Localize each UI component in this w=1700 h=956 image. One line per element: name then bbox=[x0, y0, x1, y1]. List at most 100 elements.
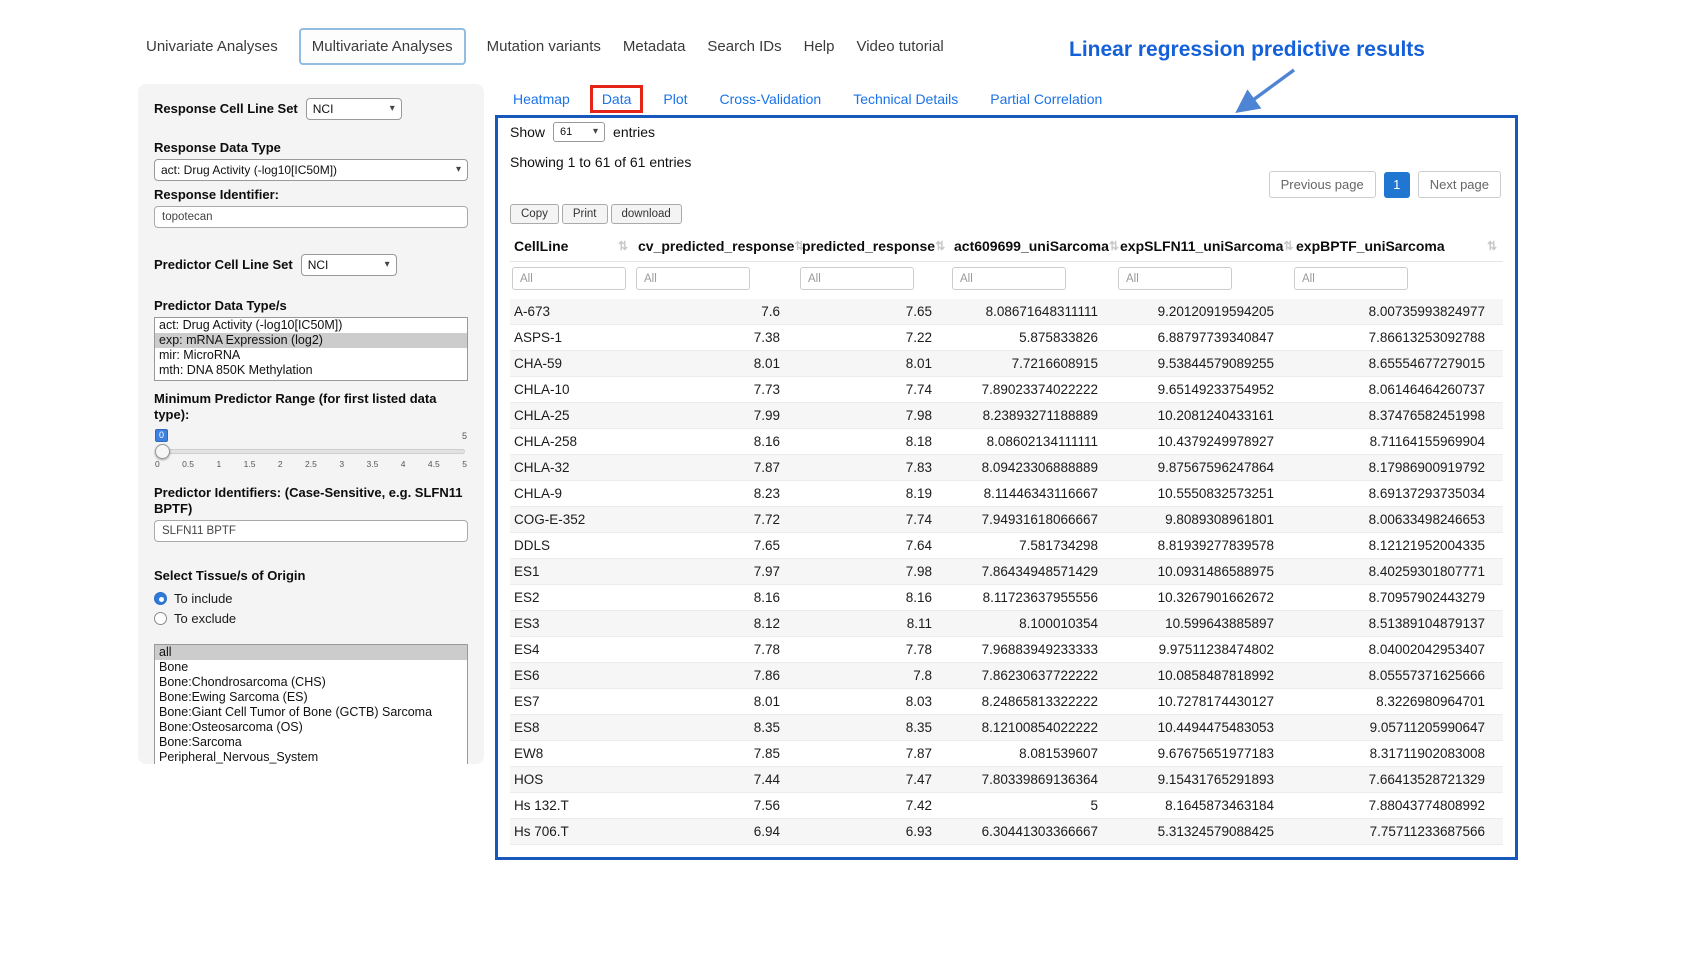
response-cell-line-set-value: NCI bbox=[313, 102, 334, 116]
column-header-inner: expSLFN11_uniSarcoma⇅ bbox=[1120, 238, 1288, 254]
sort-icon[interactable]: ⇅ bbox=[1487, 239, 1497, 253]
tab-partial-correlation[interactable]: Partial Correlation bbox=[990, 91, 1102, 107]
column-header-expslfn11-unisarcoma[interactable]: expSLFN11_uniSarcoma⇅ bbox=[1116, 232, 1292, 262]
list-option-bone-sarcoma[interactable]: Bone:Sarcoma bbox=[155, 735, 467, 750]
column-filter-input[interactable] bbox=[636, 267, 750, 290]
tab-technical-details[interactable]: Technical Details bbox=[853, 91, 958, 107]
column-header-act609699-unisarcoma[interactable]: act609699_uniSarcoma⇅ bbox=[950, 232, 1116, 262]
filter-cell-expbptf-unisarcoma bbox=[1292, 262, 1503, 300]
copy-button[interactable]: Copy bbox=[510, 204, 559, 224]
tab-heatmap[interactable]: Heatmap bbox=[513, 91, 570, 107]
cell-value: 7.96883949233333 bbox=[950, 637, 1116, 663]
slider-tick-label: 1 bbox=[216, 459, 221, 469]
response-identifier-label: Response Identifier: bbox=[154, 187, 468, 203]
slider-track[interactable] bbox=[157, 449, 465, 454]
cell-value: 7.86613253092788 bbox=[1292, 325, 1503, 351]
nav-item-video-tutorial[interactable]: Video tutorial bbox=[855, 29, 944, 64]
cell-value: 5.31324579088425 bbox=[1116, 819, 1292, 845]
current-page-button[interactable]: 1 bbox=[1384, 172, 1410, 198]
list-option-peripheral-nervous-system[interactable]: Peripheral_Nervous_System bbox=[155, 750, 467, 764]
cell-value: 8.11 bbox=[798, 611, 950, 637]
table-row: A-6737.67.658.086716483111119.2012091959… bbox=[510, 299, 1503, 325]
pagination: Previous page 1 Next page bbox=[1269, 171, 1501, 198]
tab-data[interactable]: Data bbox=[590, 85, 644, 113]
table-row: DDLS7.657.647.5817342988.819392778395788… bbox=[510, 533, 1503, 559]
cell-line-name: CHLA-32 bbox=[510, 455, 634, 481]
cell-value: 10.4379249978927 bbox=[1116, 429, 1292, 455]
sort-icon[interactable]: ⇅ bbox=[1109, 239, 1119, 253]
cell-value: 7.65 bbox=[798, 299, 950, 325]
nav-item-univariate-analyses[interactable]: Univariate Analyses bbox=[145, 29, 279, 64]
predictor-cell-line-set-select[interactable]: NCI ▾ bbox=[301, 254, 397, 276]
sort-icon[interactable]: ⇅ bbox=[618, 239, 628, 253]
previous-page-button[interactable]: Previous page bbox=[1269, 171, 1376, 198]
list-option-act-drug-activity-log10-ic50m[interactable]: act: Drug Activity (-log10[IC50M]) bbox=[155, 318, 467, 333]
slider-handle[interactable] bbox=[155, 444, 170, 459]
cell-line-name: CHLA-25 bbox=[510, 403, 634, 429]
column-filter-input[interactable] bbox=[1118, 267, 1232, 290]
column-header-expbptf-unisarcoma[interactable]: expBPTF_uniSarcoma⇅ bbox=[1292, 232, 1503, 262]
column-filter-input[interactable] bbox=[1294, 267, 1408, 290]
cell-value: 8.06146464260737 bbox=[1292, 377, 1503, 403]
cell-value: 9.8089308961801 bbox=[1116, 507, 1292, 533]
table-row: ES88.358.358.1210085402222210.4494475483… bbox=[510, 715, 1503, 741]
tab-cross-validation[interactable]: Cross-Validation bbox=[720, 91, 822, 107]
cell-value: 9.20120919594205 bbox=[1116, 299, 1292, 325]
column-filter-input[interactable] bbox=[952, 267, 1066, 290]
nav-item-metadata[interactable]: Metadata bbox=[622, 29, 687, 64]
tissue-list[interactable]: allBoneBone:Chondrosarcoma (CHS)Bone:Ewi… bbox=[154, 644, 468, 764]
page-length-select[interactable]: 61 ▾ bbox=[553, 122, 605, 142]
print-button[interactable]: Print bbox=[562, 204, 608, 224]
nav-item-search-ids[interactable]: Search IDs bbox=[706, 29, 782, 64]
list-option-bone-chondrosarcoma-chs[interactable]: Bone:Chondrosarcoma (CHS) bbox=[155, 675, 467, 690]
results-section: Heatmap Data Plot Cross-Validation Technical… bbox=[495, 84, 1518, 860]
cell-value: 7.78 bbox=[798, 637, 950, 663]
filter-cell-predicted-response bbox=[798, 262, 950, 300]
response-cell-line-set-select[interactable]: NCI ▾ bbox=[306, 98, 402, 120]
column-header-predicted-response[interactable]: predicted_response⇅ bbox=[798, 232, 950, 262]
slider-tick-label: 3 bbox=[339, 459, 344, 469]
table-row: COG-E-3527.727.747.949316180666679.80893… bbox=[510, 507, 1503, 533]
radio-to-exclude[interactable]: To exclude bbox=[154, 608, 468, 628]
cell-value: 8.100010354 bbox=[950, 611, 1116, 637]
response-identifier-input[interactable] bbox=[154, 206, 468, 228]
response-data-type-select[interactable]: act: Drug Activity (-log10[IC50M]) ▾ bbox=[154, 159, 468, 181]
table-row: ES47.787.787.968839492333339.97511238474… bbox=[510, 637, 1503, 663]
list-option-mth-dna-850k-methylation[interactable]: mth: DNA 850K Methylation bbox=[155, 363, 467, 378]
slider-value-badge: 0 bbox=[155, 429, 168, 442]
radio-label: To exclude bbox=[174, 611, 236, 626]
nav-item-help[interactable]: Help bbox=[803, 29, 836, 64]
column-header-cellline[interactable]: CellLine⇅ bbox=[510, 232, 634, 262]
list-option-exp-mrna-expression-log2[interactable]: exp: mRNA Expression (log2) bbox=[155, 333, 467, 348]
sort-icon[interactable]: ⇅ bbox=[1283, 239, 1293, 253]
next-page-button[interactable]: Next page bbox=[1418, 171, 1501, 198]
cell-value: 8.23893271188889 bbox=[950, 403, 1116, 429]
cell-line-name: COG-E-352 bbox=[510, 507, 634, 533]
list-option-bone-osteosarcoma-os[interactable]: Bone:Osteosarcoma (OS) bbox=[155, 720, 467, 735]
cell-value: 7.98 bbox=[798, 403, 950, 429]
nav-item-mutation-variants[interactable]: Mutation variants bbox=[486, 29, 602, 64]
radio-label: To include bbox=[174, 591, 233, 606]
cell-value: 7.73 bbox=[634, 377, 798, 403]
download-button[interactable]: download bbox=[611, 204, 682, 224]
column-header-cv-predicted-response[interactable]: cv_predicted_response⇅ bbox=[634, 232, 798, 262]
tab-plot[interactable]: Plot bbox=[663, 91, 687, 107]
predictor-identifiers-input[interactable] bbox=[154, 520, 468, 542]
cell-value: 7.88043774808992 bbox=[1292, 793, 1503, 819]
cell-line-name: DDLS bbox=[510, 533, 634, 559]
radio-to-include[interactable]: To include bbox=[154, 588, 468, 608]
cell-line-name: CHA-59 bbox=[510, 351, 634, 377]
nav-item-multivariate-analyses[interactable]: Multivariate Analyses bbox=[299, 28, 466, 65]
list-option-all[interactable]: all bbox=[155, 645, 467, 660]
cell-value: 8.11446343116667 bbox=[950, 481, 1116, 507]
list-option-mir-microrna[interactable]: mir: MicroRNA bbox=[155, 348, 467, 363]
cell-value: 7.75711233687566 bbox=[1292, 819, 1503, 845]
list-option-bone-ewing-sarcoma-es[interactable]: Bone:Ewing Sarcoma (ES) bbox=[155, 690, 467, 705]
list-option-bone-giant-cell-tumor-of-bone-gctb-sarcoma[interactable]: Bone:Giant Cell Tumor of Bone (GCTB) Sar… bbox=[155, 705, 467, 720]
column-filter-input[interactable] bbox=[800, 267, 914, 290]
predictor-data-type-list[interactable]: act: Drug Activity (-log10[IC50M])exp: m… bbox=[154, 317, 468, 381]
list-option-bone[interactable]: Bone bbox=[155, 660, 467, 675]
show-label: Show bbox=[510, 124, 545, 140]
column-filter-input[interactable] bbox=[512, 267, 626, 290]
sort-icon[interactable]: ⇅ bbox=[935, 239, 945, 253]
